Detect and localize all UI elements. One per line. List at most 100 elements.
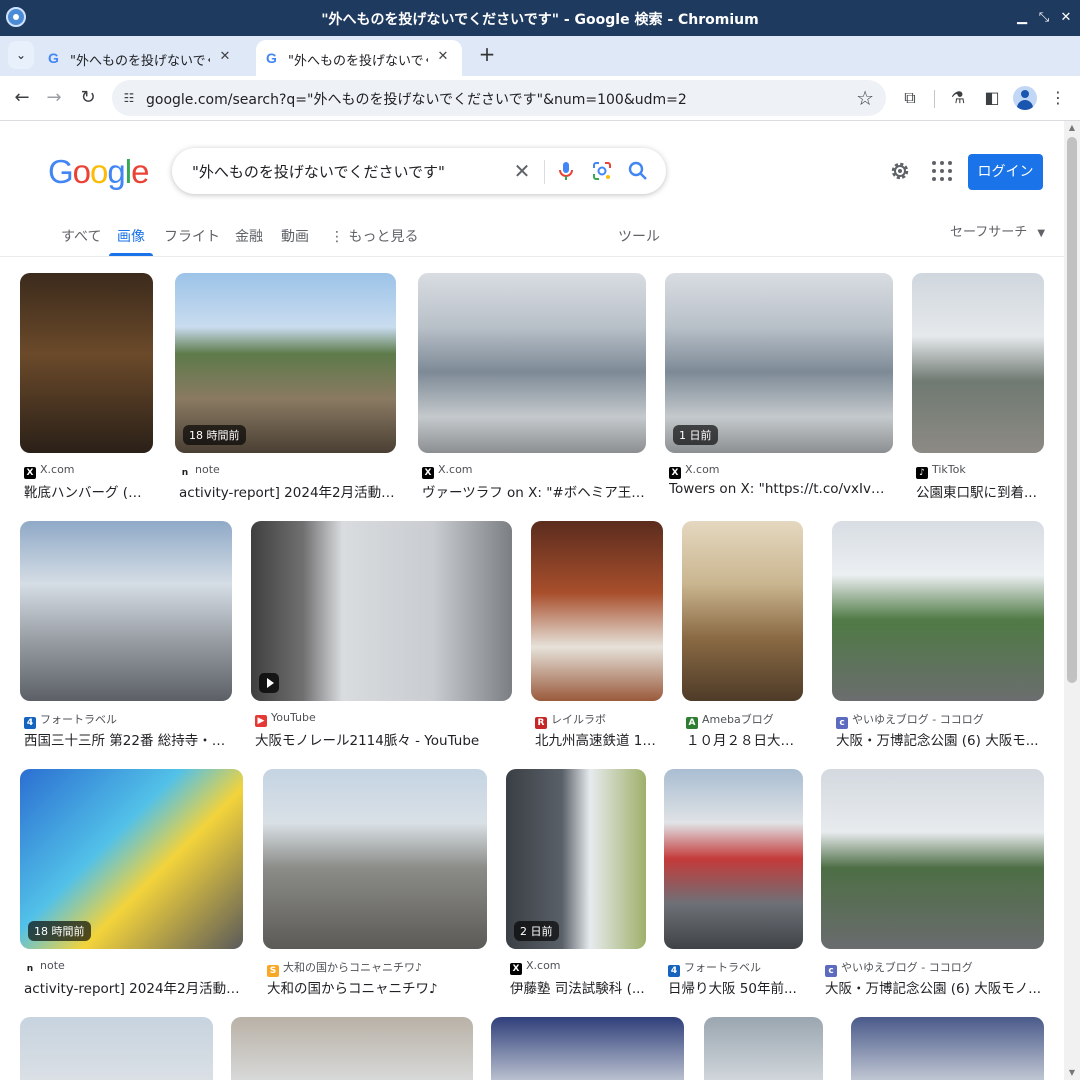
result-source[interactable]: 4 フォートラベル [24, 711, 232, 729]
image-result-card[interactable]: ♪ TikTok 公園東口駅に到着... [912, 273, 1044, 525]
scroll-down-arrow-icon[interactable]: ▼ [1064, 1066, 1080, 1080]
result-source[interactable]: n note [24, 959, 243, 975]
result-source[interactable]: X X.com [422, 463, 646, 479]
result-thumbnail[interactable] [251, 521, 512, 701]
image-result-card[interactable]: X X.com 靴底ハンバーグ (@... [20, 273, 153, 525]
result-source[interactable]: X X.com [669, 463, 893, 479]
bookmark-star-icon[interactable]: ☆ [856, 86, 874, 110]
result-thumbnail[interactable]: 2 日前 [506, 769, 646, 949]
new-tab-plus-icon[interactable]: + [476, 44, 498, 66]
result-source[interactable]: X X.com [24, 463, 153, 479]
clear-icon[interactable]: ✕ [510, 159, 534, 183]
site-info-icon[interactable]: ☷ [120, 89, 138, 107]
result-title-link[interactable]: 日帰り大阪 50年前... [668, 977, 803, 997]
microphone-icon[interactable] [554, 159, 578, 183]
restore-icon[interactable]: ⤡ [1034, 8, 1054, 28]
result-title-link[interactable]: 公園東口駅に到着... [916, 481, 1044, 501]
result-thumbnail[interactable] [20, 1017, 213, 1080]
nav-videos[interactable]: 動画 [281, 226, 309, 246]
result-thumbnail[interactable]: 18 時間前 [20, 769, 243, 949]
result-title-link[interactable]: Towers on X: "https://t.co/vxIvW96... [669, 481, 893, 497]
image-result-card[interactable]: 18 時間前 nnote activity-report] 2024年2月活動報告.… [175, 273, 396, 525]
result-thumbnail[interactable] [851, 1017, 1044, 1080]
tab-inactive[interactable]: G "外へものを投げないでくださいです" ✕ [38, 40, 244, 76]
result-thumbnail[interactable] [704, 1017, 823, 1080]
result-thumbnail[interactable] [664, 769, 803, 949]
nav-finance[interactable]: 金融 [235, 226, 263, 246]
result-thumbnail[interactable] [912, 273, 1044, 453]
result-title-link[interactable]: 大和の国からコニャニチワ♪ [267, 977, 487, 997]
result-thumbnail[interactable] [821, 769, 1044, 949]
result-title-link[interactable]: activity-report] 2024年2月活動報告... [24, 977, 243, 997]
page-scrollbar[interactable]: ▲ ▼ [1064, 121, 1080, 1080]
safesearch-dropdown[interactable]: セーフサーチ ▼ [950, 221, 1045, 240]
side-panel-icon[interactable]: ◧ [980, 86, 1004, 110]
nav-all[interactable]: すべて [61, 226, 101, 246]
result-source[interactable]: c やいゆえブログ - ココログ [836, 711, 1044, 729]
address-bar[interactable]: ☷ google.com/search?q="外へものを投げないでくださいです"… [112, 80, 886, 116]
profile-avatar-icon[interactable] [1013, 86, 1037, 110]
menu-kebab-icon[interactable]: ⋮ [1046, 86, 1070, 110]
result-thumbnail[interactable] [832, 521, 1044, 701]
nav-flights[interactable]: フライト [164, 226, 220, 246]
result-thumbnail[interactable]: 18 時間前 [175, 273, 396, 453]
result-source[interactable]: c やいゆえブログ - ココログ [825, 959, 1044, 977]
tab-close-icon[interactable]: ✕ [434, 48, 452, 66]
result-title-link[interactable]: 靴底ハンバーグ (@... [24, 481, 153, 501]
result-thumbnail[interactable] [263, 769, 487, 949]
forward-arrow-icon[interactable]: → [42, 86, 66, 110]
result-thumbnail[interactable] [20, 521, 232, 701]
image-result-card[interactable]: ▶ YouTube 大阪モノレール2114脈々 - YouTube [251, 521, 512, 773]
result-thumbnail[interactable] [682, 521, 803, 701]
result-source[interactable]: ▶ YouTube [255, 711, 512, 727]
nav-more[interactable]: ⋮ もっと見る [330, 226, 418, 246]
result-title-link[interactable]: 大阪モノレール2114脈々 - YouTube [255, 729, 512, 749]
url-text[interactable]: google.com/search?q="外へものを投げないでくださいです"&n… [146, 89, 687, 109]
scrollbar-thumb[interactable] [1067, 137, 1077, 683]
result-thumbnail[interactable] [531, 521, 663, 701]
extensions-puzzle-icon[interactable]: ⧉ [898, 86, 922, 110]
scroll-up-arrow-icon[interactable]: ▲ [1064, 121, 1080, 135]
tab-search-chevron-down-icon[interactable]: ⌄ [8, 41, 34, 69]
search-icon[interactable] [626, 159, 650, 183]
result-title-link[interactable]: １０月２８日大阪... [686, 729, 803, 749]
result-source[interactable]: 4 フォートラベル [668, 959, 803, 977]
tab-close-icon[interactable]: ✕ [216, 48, 234, 66]
result-thumbnail[interactable] [231, 1017, 473, 1080]
result-source[interactable]: A Amebaブログ [686, 711, 803, 729]
image-result-card[interactable]: R レイルラボ 北九州高速鉄道 14... [531, 521, 663, 773]
google-apps-grid-icon[interactable] [932, 161, 952, 181]
result-source[interactable]: n note [179, 463, 396, 479]
result-thumbnail[interactable] [20, 273, 153, 453]
back-arrow-icon[interactable]: ← [10, 86, 34, 110]
search-box[interactable]: "外へものを投げないでくださいです" ✕ [172, 148, 666, 194]
image-result-card[interactable]: 1 日前 X X.com Towers on X: "https://t.co/vxI… [665, 273, 893, 525]
image-result-card[interactable]: X X.com ヴァーツラフ on X: "#ボヘミア王漫... [418, 273, 646, 525]
google-lens-icon[interactable] [590, 159, 614, 183]
image-result-card[interactable]: S 大和の国からコニャニチワ♪ 大和の国からコニャニチワ♪ [263, 769, 487, 1021]
login-button[interactable]: ログイン [968, 154, 1043, 190]
result-title-link[interactable]: 北九州高速鉄道 14... [535, 729, 663, 749]
nav-images[interactable]: 画像 [117, 226, 145, 246]
result-title-link[interactable]: ヴァーツラフ on X: "#ボヘミア王漫... [422, 481, 646, 501]
result-title-link[interactable]: 西国三十三所 第22番 総持寺・第... [24, 729, 232, 749]
reload-icon[interactable]: ↻ [76, 86, 100, 110]
result-thumbnail[interactable]: 1 日前 [665, 273, 893, 453]
result-thumbnail[interactable] [491, 1017, 684, 1080]
result-title-link[interactable]: 伊藤塾 司法試験科 (... [510, 977, 646, 997]
tab-active[interactable]: G "外へものを投げないでくださいです" ✕ [256, 40, 462, 76]
image-result-card[interactable]: 2 日前 X X.com 伊藤塾 司法試験科 (... [506, 769, 646, 1021]
image-result-card[interactable]: c やいゆえブログ - ココログ 大阪・万博記念公園 (6) 大阪モノ... [821, 769, 1044, 1021]
result-title-link[interactable]: 大阪・万博記念公園 (6) 大阪モノ... [825, 977, 1044, 997]
image-result-card[interactable]: c やいゆえブログ - ココログ 大阪・万博記念公園 (6) 大阪モ... [832, 521, 1044, 773]
tools-button[interactable]: ツール [618, 226, 660, 246]
result-thumbnail[interactable] [418, 273, 646, 453]
image-result-card[interactable]: 4 フォートラベル 日帰り大阪 50年前... [664, 769, 803, 1021]
result-source[interactable]: ♪ TikTok [916, 463, 1044, 479]
result-source[interactable]: R レイルラボ [535, 711, 663, 729]
google-logo[interactable]: Google [48, 153, 149, 191]
image-result-card[interactable]: 18 時間前 nnote activity-report] 2024年2月活動報告.… [20, 769, 243, 1021]
result-title-link[interactable]: activity-report] 2024年2月活動報告... [179, 481, 396, 501]
close-window-icon[interactable]: ✕ [1056, 8, 1076, 28]
search-input[interactable]: "外へものを投げないでくださいです" [192, 161, 445, 182]
